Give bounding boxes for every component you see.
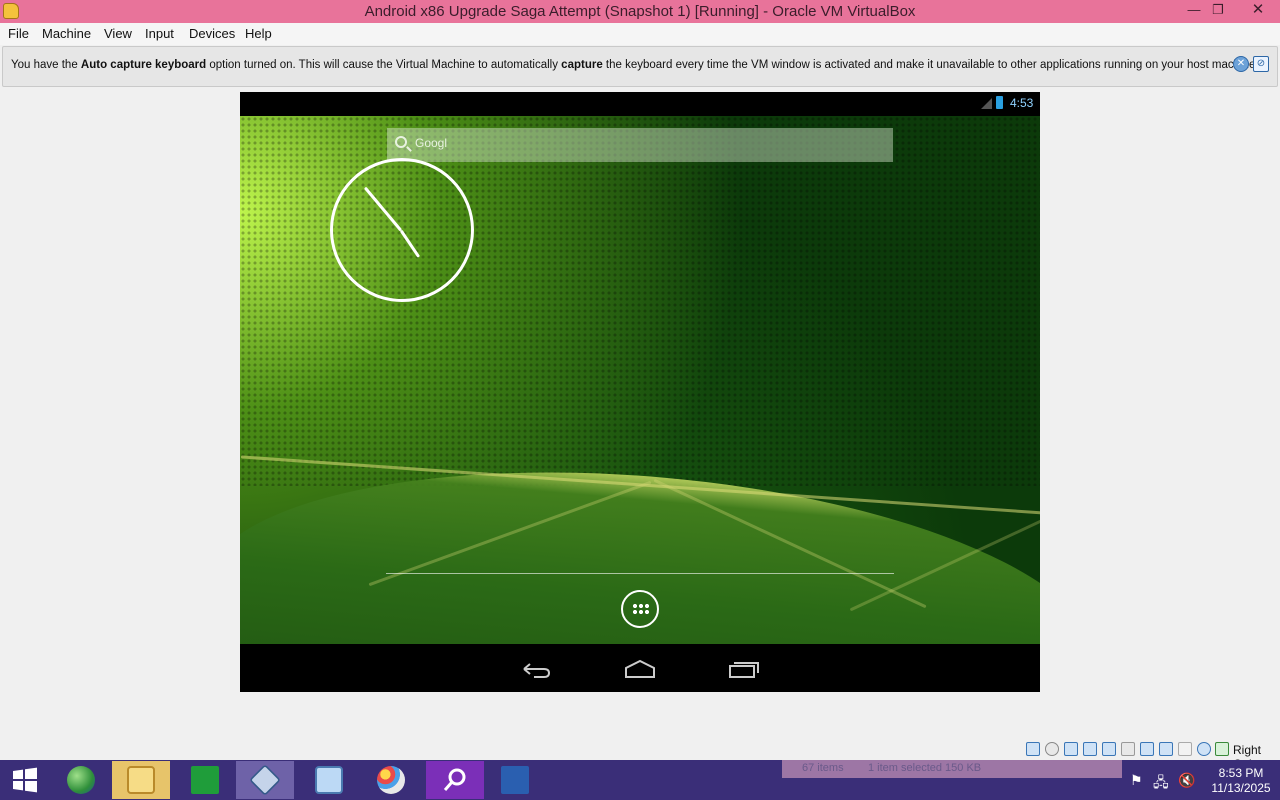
android-status-bar: 4:53 (240, 92, 1040, 116)
notice-do-not-show-icon[interactable]: ⊘ (1253, 56, 1269, 72)
mouse-integration-icon[interactable] (1197, 742, 1211, 756)
taskbar-remote-desktop[interactable] (300, 761, 358, 799)
home-icon[interactable] (624, 658, 656, 680)
network-icon[interactable] (1083, 742, 1097, 756)
action-center-flag-icon[interactable]: ⚑ (1130, 772, 1143, 789)
taskbar-file-explorer[interactable] (112, 761, 170, 799)
app-drawer-icon[interactable] (621, 590, 659, 628)
taskbar-paint[interactable] (362, 761, 420, 799)
paint-icon (377, 766, 405, 794)
volume-muted-icon[interactable]: 🔇 (1178, 772, 1195, 789)
taskbar-powershell[interactable] (486, 761, 544, 799)
remote-desktop-icon (315, 766, 343, 794)
folder-icon (127, 766, 155, 794)
magnifier-icon (443, 768, 466, 791)
taskbar-virtualbox[interactable] (236, 761, 294, 799)
back-icon[interactable] (520, 658, 552, 680)
ghost-item-count: 67 items (802, 762, 844, 774)
menu-view[interactable]: View (104, 26, 132, 41)
notice-bold-capture: capture (561, 59, 603, 71)
menu-machine[interactable]: Machine (42, 26, 91, 41)
virtualbox-icon (249, 764, 281, 796)
cpu-icon[interactable] (1178, 742, 1192, 756)
start-button[interactable] (0, 761, 50, 799)
keyboard-capture-icon[interactable] (1215, 742, 1229, 756)
store-icon (191, 766, 219, 794)
windows-logo-icon (13, 767, 37, 793)
clock-date: 11/13/2025 (1211, 781, 1271, 795)
vm-display[interactable]: 4:53 Googl (240, 92, 1040, 692)
analog-clock-widget[interactable] (330, 158, 474, 302)
apps-grid-dots (632, 603, 650, 615)
notice-close-icon[interactable]: ✕ (1233, 56, 1249, 72)
shared-folders-icon[interactable] (1121, 742, 1135, 756)
explorer-status-ghost: 67 items 1 item selected 150 KB (782, 760, 1122, 778)
taskbar-store[interactable] (176, 761, 234, 799)
menu-devices[interactable]: Devices (189, 26, 235, 41)
close-button[interactable]: ✕ (1236, 0, 1280, 22)
notice-bold-auto-capture: Auto capture keyboard (80, 59, 207, 71)
hard-disk-icon[interactable] (1026, 742, 1040, 756)
taskbar-browser[interactable] (52, 761, 110, 799)
menu-file[interactable]: File (8, 26, 29, 41)
usb-icon[interactable] (1102, 742, 1116, 756)
auto-capture-notice: You have the Auto capture keyboard optio… (2, 46, 1278, 87)
android-nav-bar (240, 644, 1040, 692)
notice-text-part: You have the (11, 59, 81, 71)
google-search-bar[interactable]: Googl (387, 128, 893, 162)
clock-time: 8:53 PM (1218, 766, 1264, 780)
optical-drive-icon[interactable] (1045, 742, 1059, 756)
menu-input[interactable]: Input (145, 26, 174, 41)
search-icon (395, 136, 407, 148)
notice-text: You have the Auto capture keyboard optio… (11, 59, 1259, 71)
display-icon[interactable] (1140, 742, 1154, 756)
maximize-button[interactable]: ❐ (1204, 0, 1232, 22)
vm-status-bar: Right Ctrl (0, 741, 1280, 771)
menu-bar: File Machine View Input Devices Help (0, 23, 1280, 45)
battery-icon (996, 96, 1003, 109)
clock-hour-hand (399, 229, 421, 258)
taskbar-clock[interactable]: 8:53 PM 11/13/2025 (1210, 766, 1272, 796)
status-clock: 4:53 (1010, 96, 1034, 110)
network-tray-icon[interactable]: 🖧 (1153, 772, 1169, 796)
notice-text-part: option turned on. This will cause the Vi… (206, 59, 562, 71)
taskbar-search-app[interactable] (426, 761, 484, 799)
clock-minute-hand (363, 186, 403, 232)
browser-icon (67, 766, 95, 794)
window-title-bar: Android x86 Upgrade Saga Attempt (Snapsh… (0, 0, 1280, 23)
menu-help[interactable]: Help (245, 26, 272, 41)
audio-icon[interactable] (1064, 742, 1078, 756)
notice-text-part: the keyboard every time the VM window is… (602, 59, 1259, 71)
video-capture-icon[interactable] (1159, 742, 1173, 756)
signal-icon (981, 98, 992, 109)
search-label: Googl (415, 136, 448, 150)
window-title: Android x86 Upgrade Saga Attempt (Snapsh… (364, 3, 916, 20)
recent-apps-icon[interactable] (728, 658, 760, 680)
ghost-selection: 1 item selected 150 KB (868, 762, 982, 774)
dock-divider (386, 573, 894, 574)
powershell-icon (501, 766, 529, 794)
